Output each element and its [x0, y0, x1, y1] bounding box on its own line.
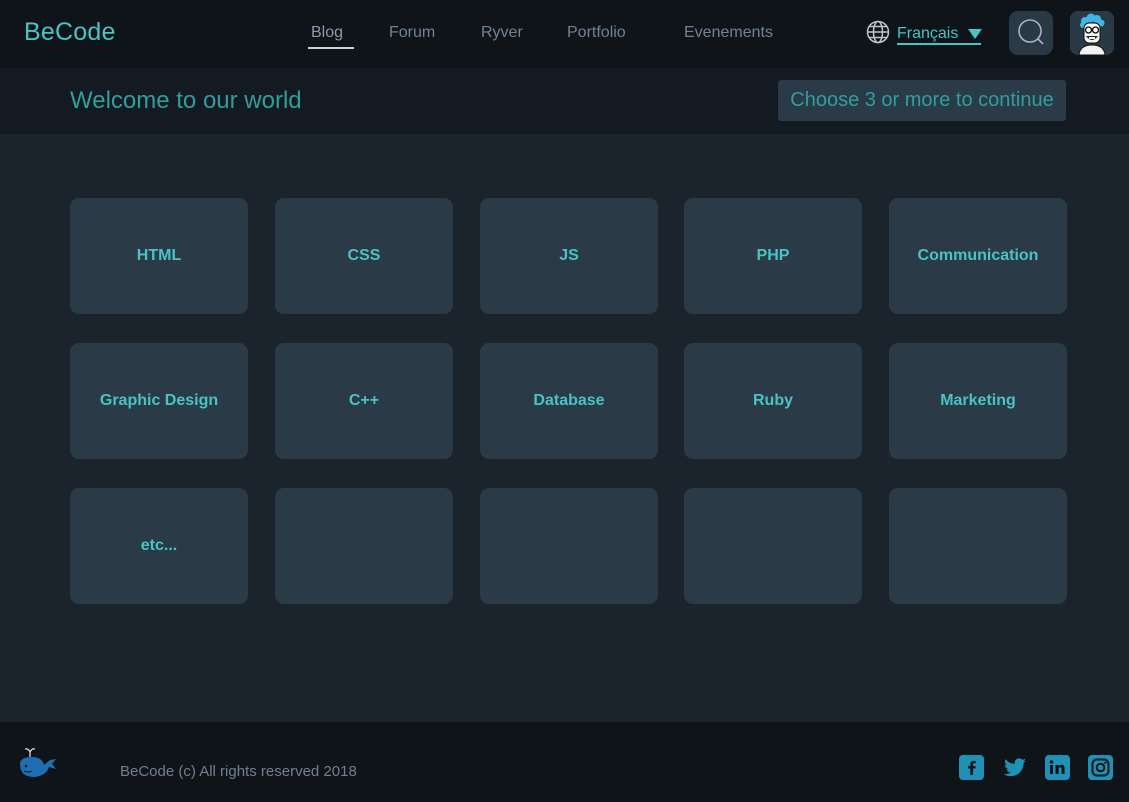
topic-tile-empty[interactable]	[889, 488, 1067, 604]
twitter-link[interactable]	[1002, 755, 1027, 780]
language-label: Français	[897, 25, 959, 42]
user-avatar[interactable]	[1070, 11, 1114, 55]
tile-label: Marketing	[940, 392, 1016, 409]
tile-label: CSS	[347, 247, 381, 264]
avatar-illustration	[1070, 11, 1114, 55]
tile-label: HTML	[136, 247, 182, 264]
continue-button[interactable]: Choose 3 or more to continue	[778, 80, 1066, 121]
tile-label: etc...	[140, 537, 178, 554]
brand-logo[interactable]: BeCode	[24, 18, 116, 47]
tile-label: Ruby	[753, 392, 793, 409]
nav-link-ryver[interactable]: Ryver	[481, 24, 523, 42]
linkedin-link[interactable]	[1045, 755, 1070, 780]
welcome-banner: Welcome to our world Choose 3 or more to…	[0, 68, 1129, 134]
topic-tile-html[interactable]: HTML	[70, 198, 248, 314]
active-nav-underline	[308, 47, 354, 49]
twitter-icon	[1002, 756, 1028, 780]
search-button[interactable]	[1009, 11, 1053, 55]
nav-link-evenements[interactable]: Evenements	[684, 24, 773, 42]
language-underline	[897, 43, 981, 45]
facebook-icon	[959, 755, 984, 780]
tile-label: C++	[348, 392, 380, 409]
search-icon	[1009, 19, 1053, 59]
copyright-text: BeCode (c) All rights reserved 2018	[120, 763, 357, 780]
welcome-title: Welcome to our world	[70, 87, 302, 114]
topic-tile-js[interactable]: JS	[480, 198, 658, 314]
topic-tile-database[interactable]: Database	[480, 343, 658, 459]
tile-label: Graphic Design	[99, 392, 219, 409]
tile-label: PHP	[756, 247, 790, 264]
whale-logo-icon	[16, 746, 58, 780]
topic-tile-css[interactable]: CSS	[275, 198, 453, 314]
topic-tile-marketing[interactable]: Marketing	[889, 343, 1067, 459]
topic-tile-communication[interactable]: Communication	[889, 198, 1067, 314]
nav-link-forum[interactable]: Forum	[389, 24, 435, 42]
topic-tile-etc[interactable]: etc...	[70, 488, 248, 604]
top-navbar: BeCode Blog Forum Ryver Portfolio Evenem…	[0, 0, 1129, 68]
tile-label: JS	[559, 247, 579, 264]
instagram-link[interactable]	[1088, 755, 1113, 780]
topic-tile-ruby[interactable]: Ruby	[684, 343, 862, 459]
topic-tile-graphic-design[interactable]: Graphic Design	[70, 343, 248, 459]
linkedin-icon	[1045, 755, 1070, 780]
nav-link-portfolio[interactable]: Portfolio	[567, 24, 626, 42]
topic-tile-php[interactable]: PHP	[684, 198, 862, 314]
caret-down-icon	[968, 29, 983, 39]
footer: BeCode (c) All rights reserved 2018	[0, 722, 1129, 802]
topic-tile-cpp[interactable]: C++	[275, 343, 453, 459]
globe-icon	[866, 20, 890, 49]
instagram-icon	[1088, 755, 1113, 780]
topic-tile-empty[interactable]	[480, 488, 658, 604]
facebook-link[interactable]	[959, 755, 984, 780]
tile-label: Communication	[917, 247, 1039, 264]
topic-tile-empty[interactable]	[275, 488, 453, 604]
nav-link-blog[interactable]: Blog	[311, 24, 343, 42]
topic-tile-empty[interactable]	[684, 488, 862, 604]
tile-label: Database	[533, 392, 605, 409]
